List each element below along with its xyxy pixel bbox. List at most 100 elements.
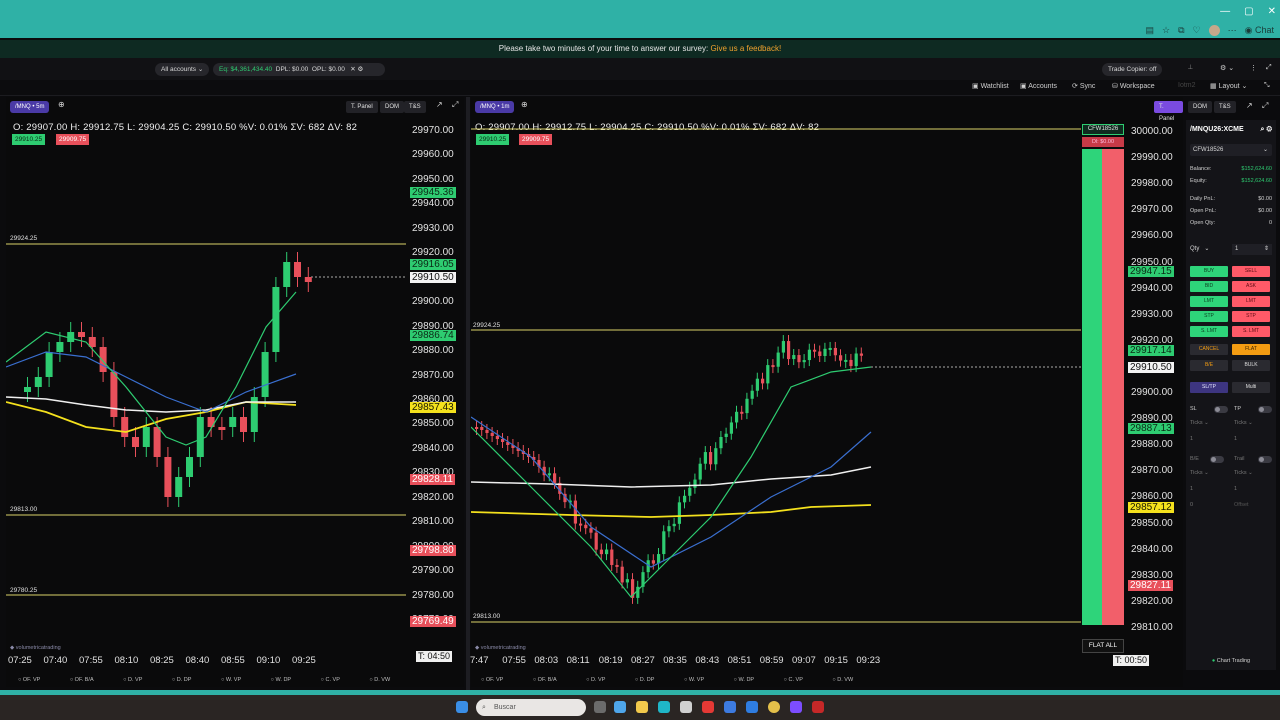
accounts-button[interactable]: ▣ Accounts: [1020, 82, 1057, 90]
chrome-icon[interactable]: [768, 701, 780, 713]
buy-stop-button[interactable]: STP: [1190, 311, 1228, 322]
panel-divider[interactable]: [466, 97, 470, 690]
right-ts-button[interactable]: T&S: [1214, 101, 1236, 113]
add-chart-icon[interactable]: ⊕: [58, 100, 65, 109]
settings-icon[interactable]: ⚙: [358, 66, 364, 73]
sl-toggle[interactable]: [1214, 406, 1228, 413]
trail-ticks-select[interactable]: Ticks ⌄: [1234, 470, 1253, 476]
sl-ticks-input[interactable]: 1: [1190, 436, 1193, 442]
reader-icon[interactable]: ▤: [1146, 25, 1155, 36]
left-symbol-pill[interactable]: /MNQ • 5m: [10, 101, 50, 113]
widgets-icon[interactable]: [614, 701, 626, 713]
dock-icon[interactable]: ⤡: [1264, 82, 1270, 90]
right-tab-w-dp[interactable]: ○ W. DP: [734, 677, 768, 683]
right-candlestick-chart[interactable]: [471, 127, 1081, 657]
tp-ticks-select[interactable]: Ticks ⌄: [1234, 420, 1253, 426]
app-red-icon[interactable]: [702, 701, 714, 713]
tp-toggle[interactable]: [1258, 406, 1272, 413]
favorite-star-icon[interactable]: ☆: [1162, 25, 1170, 36]
accounts-select[interactable]: All accounts ⌄: [155, 63, 210, 76]
add-chart-icon[interactable]: ⊕: [521, 100, 528, 109]
trail-ticks-input[interactable]: 1: [1234, 486, 1237, 492]
edge-browser-icon[interactable]: [658, 701, 670, 713]
watchlist-button[interactable]: ▣ Watchlist: [972, 82, 1009, 90]
qty-stepper[interactable]: 1 ⇕: [1232, 244, 1272, 255]
workspace-button[interactable]: ⛁ Workspace: [1112, 82, 1155, 90]
left-tab-w-dp[interactable]: ○ W. DP: [271, 677, 305, 683]
right-tab-c-vp[interactable]: ○ C. VP: [784, 677, 817, 683]
close-icon[interactable]: ✕: [350, 66, 355, 73]
popout-icon[interactable]: ↗: [436, 100, 443, 109]
sync-button[interactable]: ⟳ Sync: [1072, 82, 1095, 90]
minimize-button[interactable]: —: [1220, 6, 1230, 17]
left-tab-d-dp[interactable]: ○ D. DP: [172, 677, 206, 683]
sell-stop-limit-button[interactable]: S. LMT: [1232, 326, 1270, 337]
file-explorer-icon[interactable]: [636, 701, 648, 713]
left-tpanel-button[interactable]: T. Panel: [346, 101, 378, 113]
right-tab-of-ba[interactable]: ○ OF. B/A: [533, 677, 571, 683]
dom-buy-column[interactable]: [1082, 149, 1102, 625]
be-ticks-input[interactable]: 1: [1190, 486, 1193, 492]
right-dom-button[interactable]: DOM: [1188, 101, 1212, 113]
account-select[interactable]: CFW18526 ⌄: [1190, 144, 1272, 156]
be-ticks-select[interactable]: Ticks: [1190, 470, 1203, 476]
taskbar-search[interactable]: ⌕ Buscar: [476, 699, 586, 716]
buy-button[interactable]: BUY: [1190, 266, 1228, 277]
task-view-icon[interactable]: [594, 701, 606, 713]
be-toggle[interactable]: [1210, 456, 1224, 463]
sltp-tab[interactable]: SL/TP: [1190, 382, 1228, 393]
menu-icon[interactable]: ⋮: [1250, 64, 1257, 72]
tp-ticks-input[interactable]: 1: [1234, 436, 1237, 442]
feedback-link[interactable]: Give us a feedback!: [710, 44, 781, 53]
left-tab-of-vp[interactable]: ○ OF. VP: [18, 677, 54, 683]
profile-avatar[interactable]: [1208, 24, 1220, 36]
left-ts-button[interactable]: T&S: [404, 101, 426, 113]
sl-ticks-select[interactable]: Ticks: [1190, 420, 1203, 426]
left-tab-w-vp[interactable]: ○ W. VP: [221, 677, 255, 683]
be-offset-input[interactable]: 0: [1190, 502, 1193, 508]
left-tab-of-ba[interactable]: ○ OF. B/A: [70, 677, 108, 683]
right-tab-d-dp[interactable]: ○ D. DP: [635, 677, 669, 683]
right-tab-d-vw[interactable]: ○ D. VW: [832, 677, 867, 683]
buy-limit-button[interactable]: LMT: [1190, 296, 1228, 307]
copilot-chat-button[interactable]: ◉ Chat: [1245, 25, 1274, 36]
maximize-button[interactable]: ▢: [1244, 6, 1253, 17]
buy-stop-limit-button[interactable]: S. LMT: [1190, 326, 1228, 337]
bulk-button[interactable]: BULK: [1232, 360, 1270, 371]
signal-icon[interactable]: ⟂: [1188, 64, 1193, 72]
layout-button[interactable]: ▦ Layout ⌄: [1210, 82, 1247, 90]
left-dom-button[interactable]: DOM: [380, 101, 404, 113]
windows-start-icon[interactable]: [456, 701, 468, 713]
trade-copier-toggle[interactable]: Trade Copier: off: [1102, 63, 1163, 76]
extensions-icon[interactable]: ⧉: [1178, 25, 1184, 36]
ask-button[interactable]: ASK: [1232, 281, 1270, 292]
cancel-button[interactable]: CANCEL: [1190, 344, 1228, 355]
multi-tab[interactable]: Multi: [1232, 382, 1270, 393]
trail-toggle[interactable]: [1258, 456, 1272, 463]
mail-icon[interactable]: [746, 701, 758, 713]
flat-all-button[interactable]: FLAT ALL: [1082, 639, 1124, 653]
right-tab-of-vp[interactable]: ○ OF. VP: [481, 677, 517, 683]
search-icon[interactable]: ⌕ ⚙: [1260, 126, 1272, 134]
expand-icon[interactable]: ⤢: [452, 100, 458, 110]
close-button[interactable]: ✕: [1268, 6, 1276, 17]
discord-icon[interactable]: [790, 701, 802, 713]
help-icon[interactable]: [724, 701, 736, 713]
sell-limit-button[interactable]: LMT: [1232, 296, 1270, 307]
gear-icon[interactable]: ⚙ ⌄: [1220, 64, 1234, 72]
chart-trading-toggle[interactable]: ● Chart Trading: [1190, 658, 1272, 664]
store-icon[interactable]: [680, 701, 692, 713]
left-tab-d-vw[interactable]: ○ D. VW: [369, 677, 404, 683]
expand-icon[interactable]: ⤢: [1262, 101, 1268, 111]
flat-button[interactable]: FLAT: [1232, 344, 1270, 355]
more-icon[interactable]: ⋯: [1228, 25, 1237, 36]
right-tab-w-vp[interactable]: ○ W. VP: [684, 677, 718, 683]
trading-app-icon[interactable]: [812, 701, 824, 713]
left-tab-d-vp[interactable]: ○ D. VP: [123, 677, 156, 683]
account-badge[interactable]: CFW18526: [1082, 124, 1124, 135]
right-tab-d-vp[interactable]: ○ D. VP: [586, 677, 619, 683]
fullscreen-icon[interactable]: ⤢: [1266, 64, 1272, 72]
right-symbol-pill[interactable]: /MNQ • 1m: [475, 101, 515, 113]
sell-stop-button[interactable]: STP: [1232, 311, 1270, 322]
dom-sell-column[interactable]: [1102, 149, 1124, 625]
